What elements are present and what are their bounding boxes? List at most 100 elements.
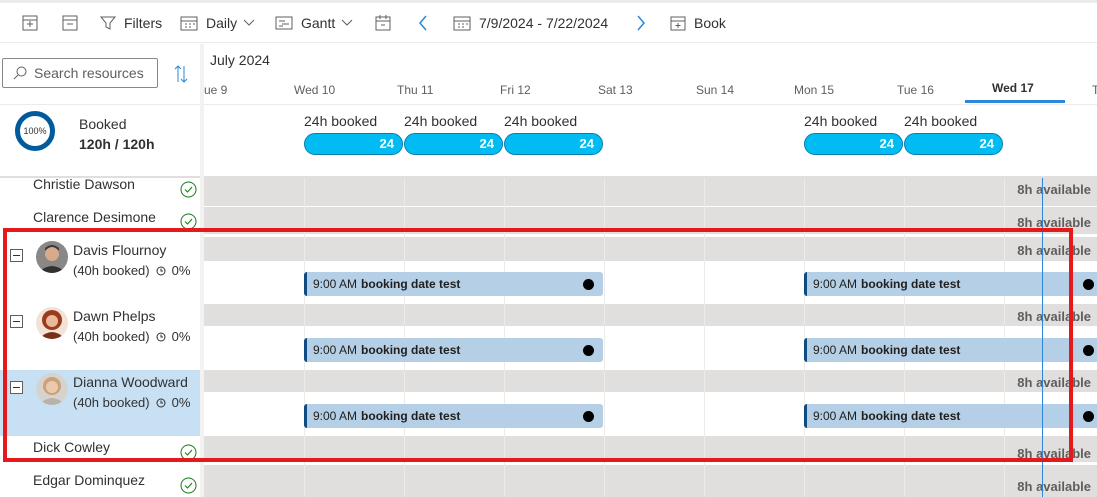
day-header-selected[interactable]: Wed 17 (992, 81, 1034, 95)
booking-title: booking date test (361, 277, 461, 291)
day-booked-pill[interactable]: 24 (504, 133, 603, 155)
mode-dropdown[interactable]: Gantt (275, 3, 353, 43)
booking-status-dot (1083, 411, 1094, 422)
clock-icon (156, 332, 166, 341)
filter-icon (100, 16, 116, 30)
resource-row[interactable]: Dick Cowley (0, 437, 200, 467)
chevron-left-icon (419, 15, 427, 31)
avatar (36, 373, 68, 405)
day-header[interactable]: Wed 10 (294, 83, 335, 97)
sort-icon (174, 65, 188, 83)
day-header[interactable]: Tue 16 (897, 83, 934, 97)
filters-label: Filters (124, 15, 163, 31)
day-header[interactable]: Sun 14 (696, 83, 734, 97)
booking-title: booking date test (861, 409, 961, 423)
booking-time: 9:00 AM (313, 343, 358, 357)
selected-day-indicator (965, 100, 1065, 103)
booking-time: 9:00 AM (813, 409, 858, 423)
date-range-picker[interactable]: 7/9/2024 - 7/22/2024 (453, 3, 608, 43)
resource-name: Clarence Desimone (33, 209, 156, 225)
current-time-line (1042, 178, 1043, 497)
previous-button[interactable] (418, 3, 428, 43)
booking-status-dot (1083, 279, 1094, 290)
resource-row-selected[interactable]: Dianna Woodward (40h booked) 0% (0, 370, 200, 436)
chevron-right-icon (637, 15, 645, 31)
availability-text: 8h available (1017, 309, 1091, 324)
day-booked-pill[interactable]: 24 (904, 133, 1003, 155)
booked-value: 120h / 120h (79, 136, 155, 152)
booking-block[interactable]: 9:00 AM booking date test (804, 404, 1097, 428)
availability-band (204, 207, 1097, 234)
booking-status-dot (583, 411, 594, 422)
sort-button[interactable] (174, 65, 188, 88)
today-button[interactable] (375, 3, 391, 43)
collapse-all-button[interactable] (62, 3, 78, 43)
availability-band (204, 237, 1097, 261)
day-booked-text: 24h booked (804, 113, 878, 129)
date-range-label: 7/9/2024 - 7/22/2024 (479, 15, 609, 31)
search-input[interactable]: Search resources (2, 58, 158, 88)
booking-block[interactable]: 9:00 AM booking date test (304, 338, 603, 362)
resource-name: Davis Flournoy (73, 242, 167, 258)
resource-row[interactable]: Clarence Desimone (0, 207, 200, 235)
booking-block[interactable]: 9:00 AM booking date test (304, 272, 603, 296)
resource-row[interactable]: Edgar Dominquez (0, 467, 200, 497)
resource-name: Dawn Phelps (73, 308, 156, 324)
day-header[interactable]: Sat 13 (598, 83, 633, 97)
resource-utilization: (40h booked) 0% (73, 329, 190, 344)
resource-utilization: (40h booked) 0% (73, 395, 190, 410)
booking-block[interactable]: 9:00 AM booking date test (804, 272, 1097, 296)
booking-title: booking date test (861, 277, 961, 291)
booking-time: 9:00 AM (313, 277, 358, 291)
day-booked-pill[interactable]: 24 (304, 133, 403, 155)
booking-title: booking date test (361, 409, 461, 423)
expand-all-button[interactable] (22, 3, 38, 43)
next-button[interactable] (636, 3, 646, 43)
calendar-today-icon (375, 15, 391, 31)
day-header[interactable]: ue 9 (204, 83, 227, 97)
day-header[interactable]: Mon 15 (794, 83, 834, 97)
availability-band (204, 436, 1097, 462)
panel-splitter[interactable] (200, 44, 204, 497)
view-dropdown[interactable]: Daily (180, 3, 255, 43)
resource-row-expanded[interactable]: Davis Flournoy (40h booked) 0% (0, 237, 200, 303)
availability-band (204, 304, 1097, 326)
availability-text: 8h available (1017, 182, 1091, 197)
day-header[interactable]: Fri 12 (500, 83, 531, 97)
booking-title: booking date test (361, 343, 461, 357)
collapse-toggle[interactable] (10, 249, 23, 262)
availability-band (204, 465, 1097, 497)
day-header[interactable]: T (1092, 83, 1097, 97)
resource-name: Dianna Woodward (73, 374, 188, 390)
day-booked-text: 24h booked (504, 113, 578, 129)
resource-row[interactable]: Christie Dawson (0, 176, 200, 206)
booking-time: 9:00 AM (813, 343, 858, 357)
availability-band (204, 178, 1097, 206)
filters-button[interactable]: Filters (100, 3, 162, 43)
calendar-icon (180, 16, 198, 31)
collapse-toggle[interactable] (10, 315, 23, 328)
day-booked-pill[interactable]: 24 (804, 133, 903, 155)
calendar-range-icon (453, 16, 471, 31)
resource-name: Christie Dawson (33, 176, 135, 192)
book-button[interactable]: Book (670, 3, 726, 43)
book-icon (670, 16, 686, 31)
resource-util-percent: 0% (171, 263, 191, 278)
booked-percent: 100% (23, 126, 47, 136)
search-icon (13, 66, 27, 80)
booking-status-dot (583, 279, 594, 290)
schedule-grid[interactable]: 8h available 8h available 8h available 8… (204, 178, 1097, 497)
check-circle-icon (180, 477, 197, 494)
availability-text: 8h available (1017, 243, 1091, 258)
availability-band (204, 370, 1097, 392)
booked-label: Booked (79, 116, 127, 132)
resource-booked-hours: (40h booked) (73, 329, 150, 344)
booking-block[interactable]: 9:00 AM booking date test (804, 338, 1097, 362)
availability-text: 8h available (1017, 215, 1091, 230)
resource-row-expanded[interactable]: Dawn Phelps (40h booked) 0% (0, 304, 200, 370)
collapse-toggle[interactable] (10, 381, 23, 394)
booking-block[interactable]: 9:00 AM booking date test (304, 404, 603, 428)
day-booked-pill[interactable]: 24 (404, 133, 503, 155)
month-label: July 2024 (210, 52, 270, 68)
day-header[interactable]: Thu 11 (397, 83, 433, 97)
